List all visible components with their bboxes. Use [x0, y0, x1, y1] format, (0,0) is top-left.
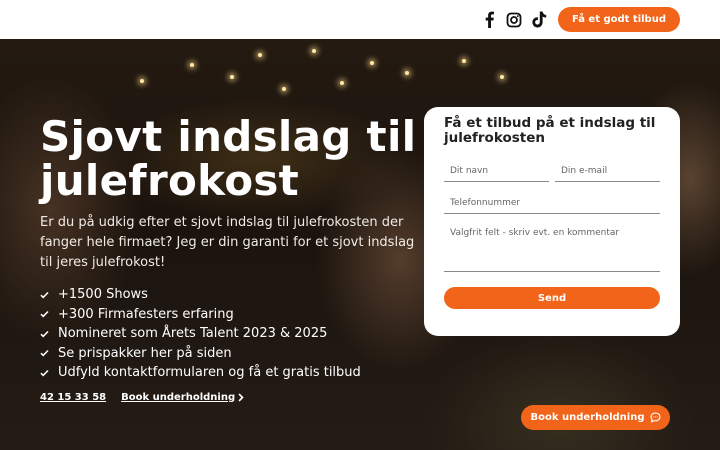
string-light — [405, 71, 409, 75]
string-light — [282, 87, 286, 91]
offer-form: Få et tilbud på et indslag til julefroko… — [424, 107, 680, 336]
feature-text: +1500 Shows — [58, 287, 148, 302]
check-icon — [40, 310, 52, 318]
chat-bubble-icon — [649, 412, 661, 423]
string-light — [312, 49, 316, 53]
phone-field[interactable] — [444, 192, 660, 214]
instagram-icon[interactable] — [506, 11, 523, 28]
feature-item: Udfyld kontaktformularen og få et gratis… — [40, 363, 420, 383]
hero-links: 42 15 33 58 Book underholdning — [40, 392, 420, 403]
name-email-row — [444, 160, 660, 182]
feature-list: +1500 Shows +300 Firmafesters erfaring N… — [40, 285, 420, 383]
feature-item: +300 Firmafesters erfaring — [40, 305, 420, 325]
hero-content: Sjovt indslag til julefrokost Er du på u… — [40, 115, 420, 403]
feature-text: Se prispakker her på siden — [58, 345, 232, 361]
feature-item: +1500 Shows — [40, 285, 420, 305]
email-field[interactable] — [555, 160, 660, 182]
feature-text: Nomineret som Årets Talent 2023 & 2025 — [58, 326, 328, 341]
social-links — [481, 11, 548, 28]
comment-field[interactable] — [444, 222, 660, 272]
string-light — [190, 63, 194, 67]
string-light — [140, 79, 144, 83]
hero-description: Er du på udkig efter et sjovt indslag ti… — [40, 215, 415, 270]
book-entertainment-floating-button[interactable]: Book underholdning — [521, 405, 670, 430]
phone-link[interactable]: 42 15 33 58 — [40, 392, 106, 403]
get-offer-button[interactable]: Få et godt tilbud — [557, 7, 680, 32]
book-entertainment-link[interactable]: Book underholdning — [121, 392, 244, 403]
string-light — [370, 61, 374, 65]
check-icon — [40, 369, 52, 377]
string-light — [340, 81, 344, 85]
hero-title: Sjovt indslag til julefrokost — [40, 112, 417, 205]
send-button[interactable]: Send — [444, 287, 660, 309]
string-light — [462, 59, 466, 63]
string-light — [500, 75, 504, 79]
name-field[interactable] — [444, 160, 549, 182]
check-icon — [40, 330, 52, 338]
chevron-right-icon — [238, 392, 244, 402]
tiktok-icon[interactable] — [531, 11, 548, 28]
string-light — [258, 53, 262, 57]
check-icon — [40, 349, 52, 357]
feature-item: Nomineret som Årets Talent 2023 & 2025 — [40, 324, 420, 344]
top-bar: Få et godt tilbud — [0, 0, 720, 39]
hero-section: Sjovt indslag til julefrokost Er du på u… — [0, 39, 720, 450]
floating-cta-label: Book underholdning — [530, 412, 645, 423]
string-light — [230, 75, 234, 79]
feature-text: Udfyld kontaktformularen og få et gratis… — [58, 365, 361, 380]
feature-item: Se prispakker her på siden — [40, 344, 420, 364]
form-title: Få et tilbud på et indslag til julefroko… — [444, 115, 656, 146]
check-icon — [40, 291, 52, 299]
feature-text: +300 Firmafesters erfaring — [58, 306, 234, 322]
facebook-icon[interactable] — [481, 11, 498, 28]
